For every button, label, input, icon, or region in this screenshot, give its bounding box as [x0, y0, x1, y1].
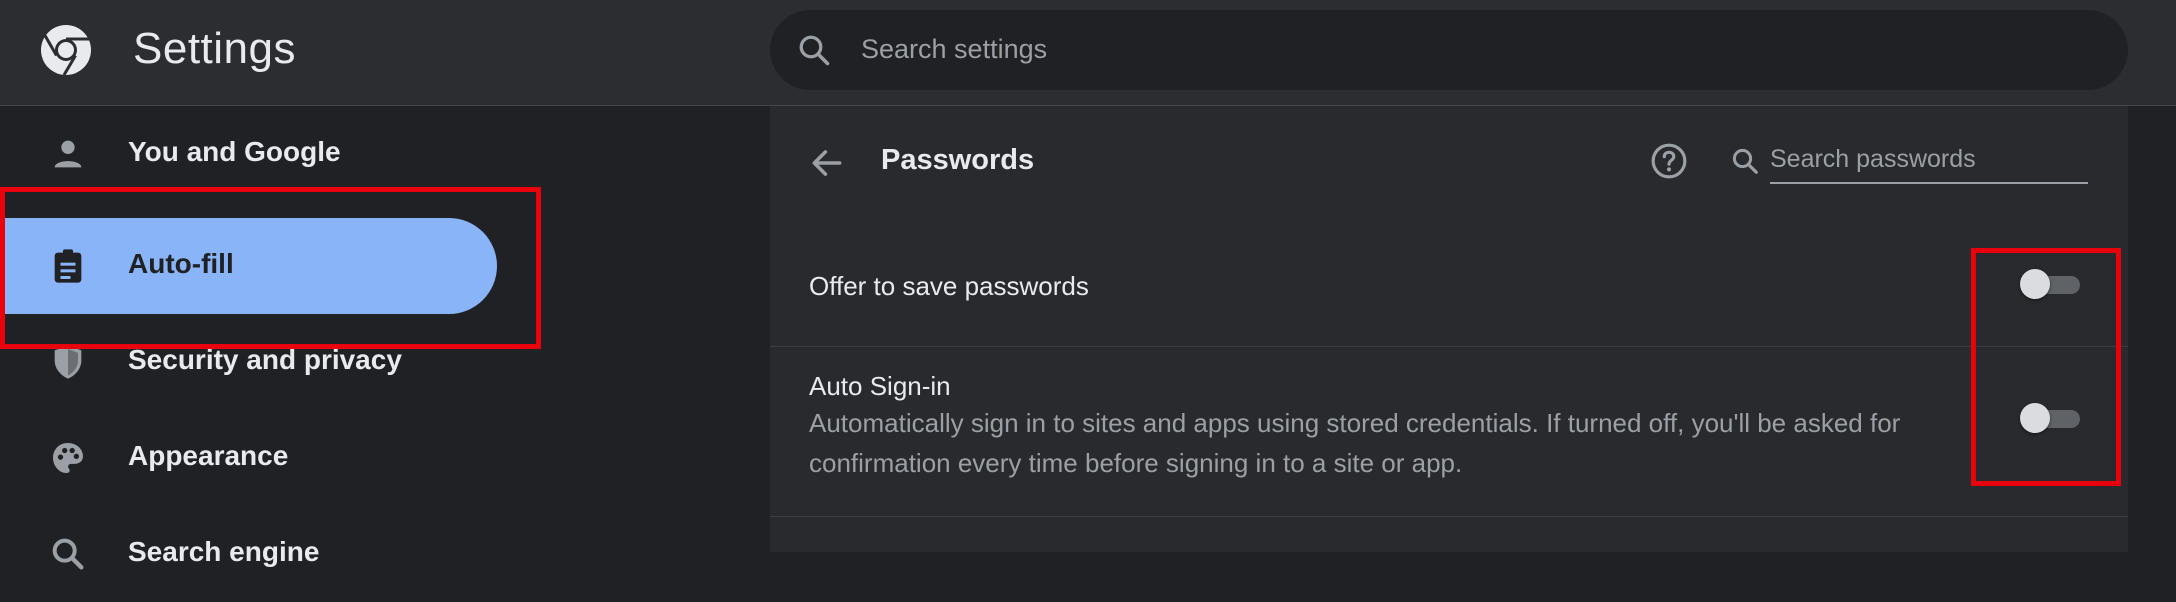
row-divider — [770, 516, 2128, 517]
sidebar-item-label: Appearance — [128, 440, 289, 471]
help-icon[interactable] — [1650, 142, 1688, 180]
top-bar: Settings Search settings — [0, 0, 2176, 106]
panel-header: Passwords Search passwords — [770, 106, 2128, 216]
sidebar-item-label: You and Google — [128, 136, 341, 167]
chrome-logo-icon — [41, 25, 91, 76]
back-arrow-icon[interactable] — [808, 144, 846, 182]
search-icon — [1732, 148, 1758, 174]
sidebar-item-appearance[interactable]: Appearance — [0, 410, 497, 506]
person-icon — [54, 140, 82, 168]
setting-row-auto-sign-in: Auto Sign-in Automatically sign in to si… — [770, 347, 2128, 517]
settings-search-input[interactable]: Search settings — [861, 34, 1047, 65]
palette-icon — [53, 443, 83, 473]
sidebar-item-search-engine[interactable]: Search engine — [0, 506, 497, 602]
setting-title: Auto Sign-in — [809, 371, 951, 401]
highlight-toggles — [1971, 248, 2121, 486]
search-icon — [799, 35, 830, 66]
highlight-auto-fill — [0, 187, 541, 349]
setting-title: Offer to save passwords — [809, 271, 1089, 301]
setting-description: Automatically sign in to sites and apps … — [809, 408, 1901, 478]
sidebar-item-label: Search engine — [128, 536, 320, 567]
passwords-panel: Passwords Search passwords Offer to save… — [770, 106, 2128, 552]
password-search-input[interactable]: Search passwords — [1770, 140, 2088, 184]
setting-row-offer-to-save: Offer to save passwords — [770, 241, 2128, 351]
search-icon — [52, 538, 84, 570]
settings-search-field[interactable]: Search settings — [770, 10, 2128, 90]
panel-title: Passwords — [881, 144, 1035, 176]
app-title: Settings — [133, 24, 296, 73]
